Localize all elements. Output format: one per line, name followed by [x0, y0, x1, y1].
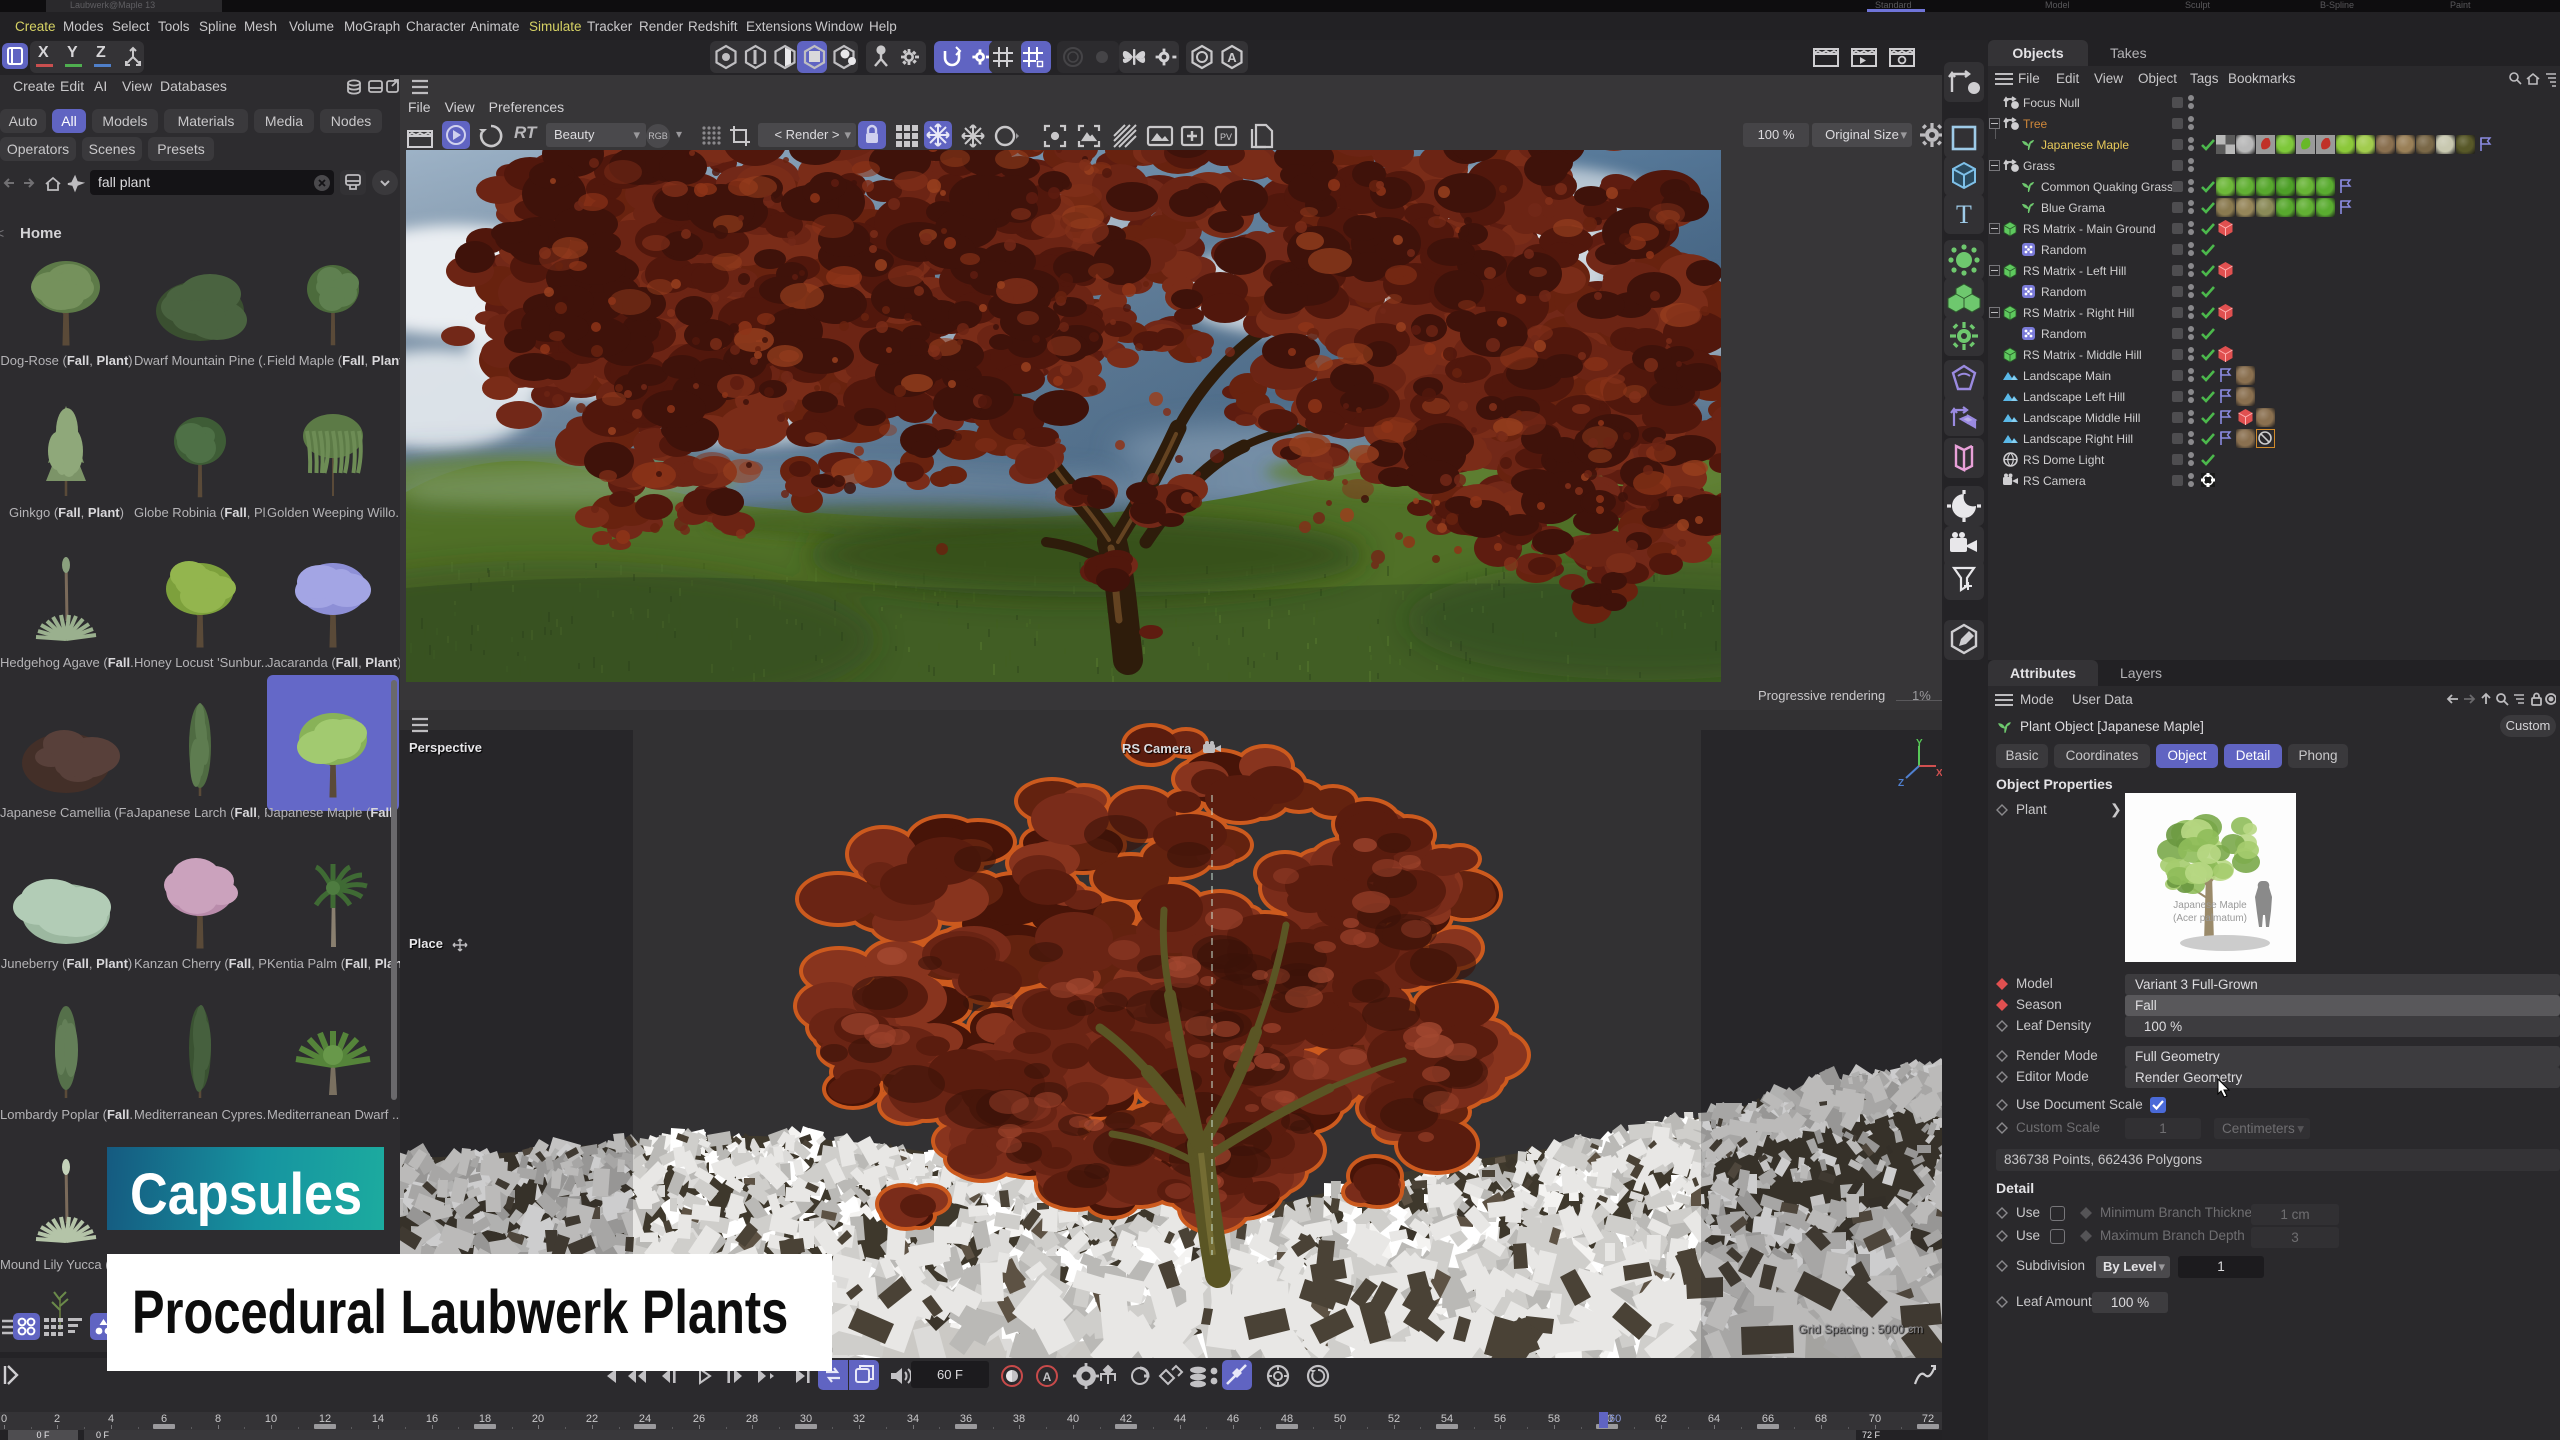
svg-text:PV: PV: [1220, 132, 1232, 142]
svg-text:A: A: [1227, 50, 1237, 65]
